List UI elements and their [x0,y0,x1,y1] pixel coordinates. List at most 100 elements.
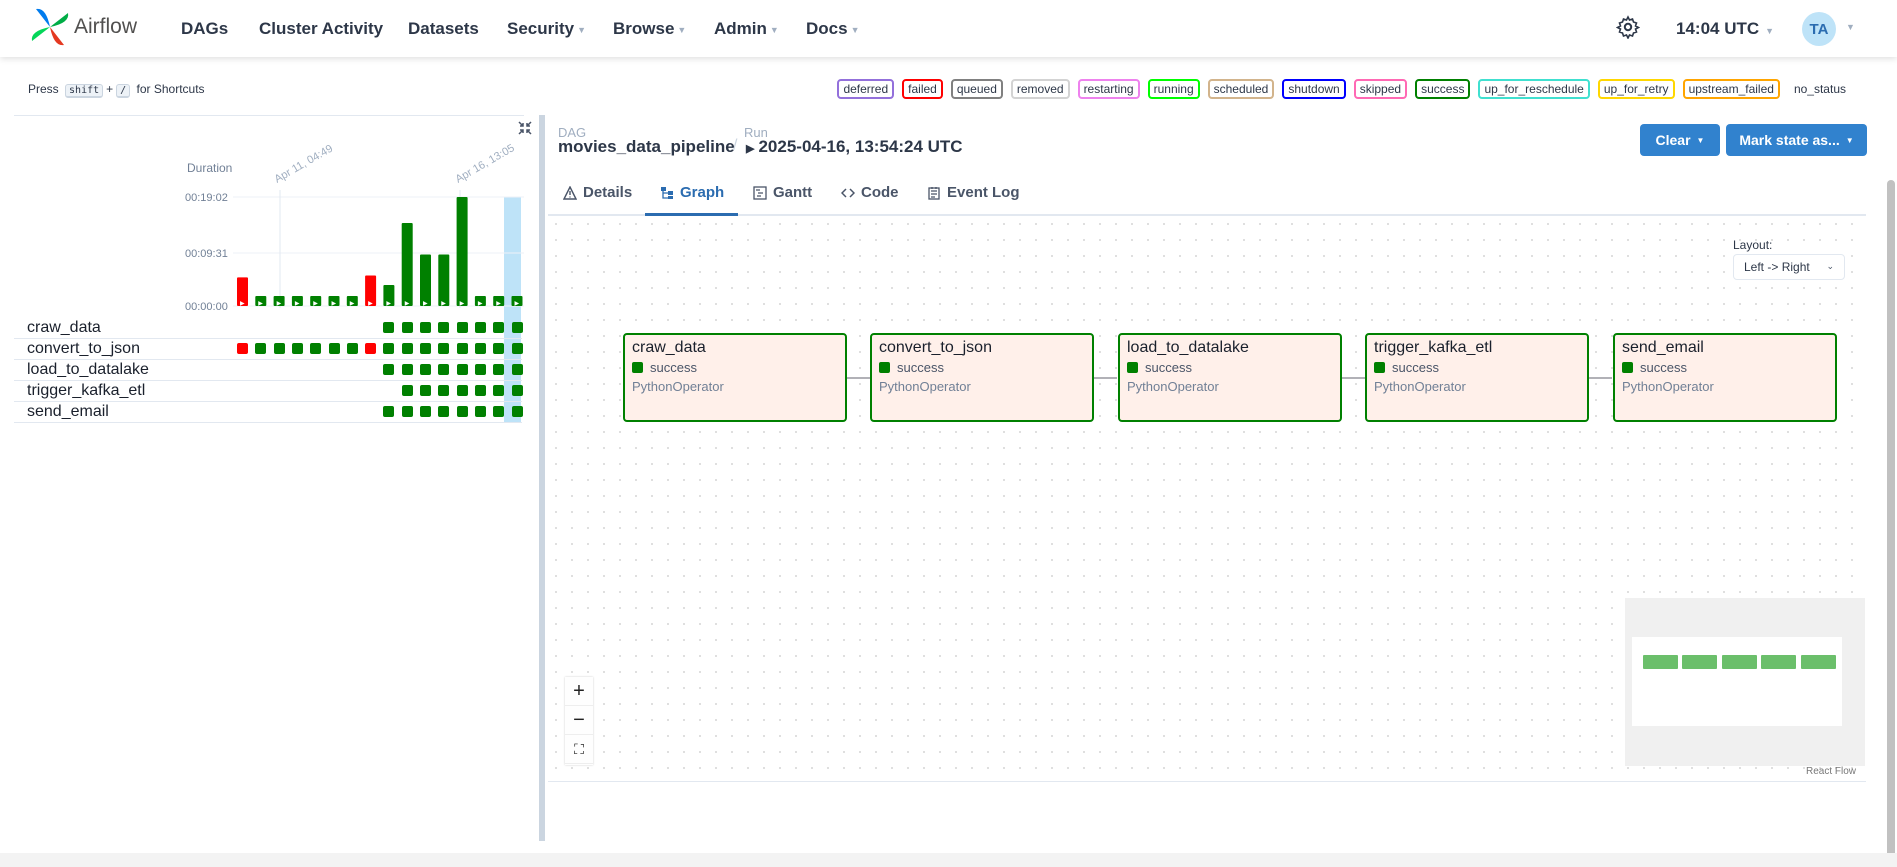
task-instance-square[interactable] [493,385,505,396]
clock-dropdown[interactable]: 14:04 UTC ▼ [1676,19,1774,39]
task-instance-square[interactable] [474,322,486,333]
duration-bar[interactable] [420,254,431,306]
task-instance-square[interactable] [383,364,395,375]
task-label-convert-to-json[interactable]: convert_to_json [27,340,140,358]
zoom-out-button[interactable]: − [565,706,593,735]
task-label-trigger-kafka-etl[interactable]: trigger_kafka_etl [27,382,145,400]
avatar[interactable]: TA [1802,12,1836,46]
task-node-craw-data[interactable]: craw_data success PythonOperator [623,333,847,422]
legend-restarting[interactable]: restarting [1077,79,1140,99]
task-instance-square[interactable] [438,343,450,354]
brand-name[interactable]: Airflow [74,15,137,39]
mark-state-button[interactable]: Mark state as... ▼ [1726,124,1867,156]
nav-dags[interactable]: DAGs [181,19,228,39]
duration-bar[interactable] [438,254,450,306]
task-instance-square[interactable] [493,406,505,417]
task-instance-square[interactable] [291,343,303,354]
task-instance-square[interactable] [474,364,486,375]
task-instance-square[interactable] [346,343,358,354]
task-node-trigger-kafka-etl[interactable]: trigger_kafka_etl success PythonOperator [1365,333,1589,422]
task-instance-square[interactable] [420,385,431,396]
tab-code[interactable]: Code [840,184,899,201]
legend-scheduled[interactable]: scheduled [1207,79,1275,99]
legend-skipped[interactable]: skipped [1353,79,1408,99]
task-instance-square[interactable] [511,406,523,417]
task-instance-square[interactable] [255,343,267,354]
task-instance-square[interactable] [383,343,395,354]
nav-datasets[interactable]: Datasets [408,19,479,39]
task-instance-square[interactable] [438,322,450,333]
task-instance-square[interactable] [456,343,468,354]
layout-select[interactable]: Left -> Right ⌄ [1733,254,1845,280]
task-label-send-email[interactable]: send_email [27,403,109,421]
duration-bar[interactable] [401,222,413,306]
task-node-send-email[interactable]: send_email success PythonOperator [1613,333,1837,422]
task-instance-square[interactable] [456,385,468,396]
task-instance-square[interactable] [438,406,450,417]
task-instance-square[interactable] [474,385,486,396]
task-instance-square[interactable] [401,364,413,375]
legend-queued[interactable]: queued [950,79,1003,99]
dag-name-link[interactable]: movies_data_pipeline [558,137,735,157]
task-instance-square[interactable] [420,364,431,375]
task-instance-square[interactable] [474,343,486,354]
gear-icon[interactable] [1616,15,1640,39]
task-instance-square[interactable] [383,322,395,333]
legend-upstream-failed[interactable]: upstream_failed [1682,79,1780,99]
task-instance-square[interactable] [474,406,486,417]
minimap[interactable] [1625,598,1865,766]
tab-event-log[interactable]: Event Log [927,184,1020,201]
task-instance-square[interactable] [401,406,413,417]
task-instance-square[interactable] [420,406,431,417]
task-instance-square[interactable] [456,364,468,375]
task-instance-square[interactable] [401,343,413,354]
task-instance-square[interactable] [456,322,468,333]
tab-gantt[interactable]: Gantt [753,184,812,201]
legend-deferred[interactable]: deferred [837,79,895,99]
tab-graph[interactable]: Graph [660,184,724,201]
task-instance-square[interactable] [310,343,322,354]
legend-up-for-retry[interactable]: up_for_retry [1597,79,1675,99]
task-node-convert-to-json[interactable]: convert_to_json success PythonOperator [870,333,1094,422]
tab-details[interactable]: Details [562,184,632,201]
task-instance-square[interactable] [273,343,285,354]
task-instance-square[interactable] [365,343,377,354]
legend-running[interactable]: running [1147,79,1200,99]
task-instance-square[interactable] [237,343,248,354]
legend-removed[interactable]: removed [1010,79,1070,99]
task-instance-square[interactable] [511,322,523,333]
task-instance-square[interactable] [493,322,505,333]
task-instance-square[interactable] [511,364,523,375]
nav-cluster-activity[interactable]: Cluster Activity [259,19,383,39]
task-label-craw-data[interactable]: craw_data [27,319,101,337]
clear-button[interactable]: Clear ▼ [1640,124,1720,156]
task-instance-square[interactable] [401,322,413,333]
task-instance-square[interactable] [438,385,450,396]
nav-security[interactable]: Security ▼ [507,19,586,39]
task-instance-square[interactable] [511,343,523,354]
task-label-load-to-datalake[interactable]: load_to_datalake [27,361,149,379]
react-flow-attribution[interactable]: React Flow [1806,766,1856,777]
task-instance-square[interactable] [493,343,505,354]
task-instance-square[interactable] [383,406,395,417]
duration-bar[interactable] [456,197,468,306]
nav-admin[interactable]: Admin ▼ [714,19,779,39]
task-instance-square[interactable] [511,385,523,396]
task-instance-square[interactable] [328,343,340,354]
airflow-logo-icon[interactable] [28,5,72,49]
legend-no-status[interactable]: no_status [1787,79,1852,99]
chevron-down-icon[interactable]: ▼ [1846,22,1855,32]
run-value[interactable]: ▶ 2025-04-16, 13:54:24 UTC [746,137,963,157]
legend-up-for-reschedule[interactable]: up_for_reschedule [1478,79,1590,99]
zoom-in-button[interactable]: + [565,677,593,706]
task-instance-square[interactable] [420,343,431,354]
legend-shutdown[interactable]: shutdown [1282,79,1346,99]
task-instance-square[interactable] [493,364,505,375]
task-instance-square[interactable] [438,364,450,375]
nav-browse[interactable]: Browse ▼ [613,19,686,39]
legend-failed[interactable]: failed [902,79,943,99]
legend-success[interactable]: success [1415,79,1471,99]
task-instance-square[interactable] [456,406,468,417]
page-scrollbar[interactable] [1887,180,1895,860]
fit-view-button[interactable]: ⛶ [565,735,593,764]
